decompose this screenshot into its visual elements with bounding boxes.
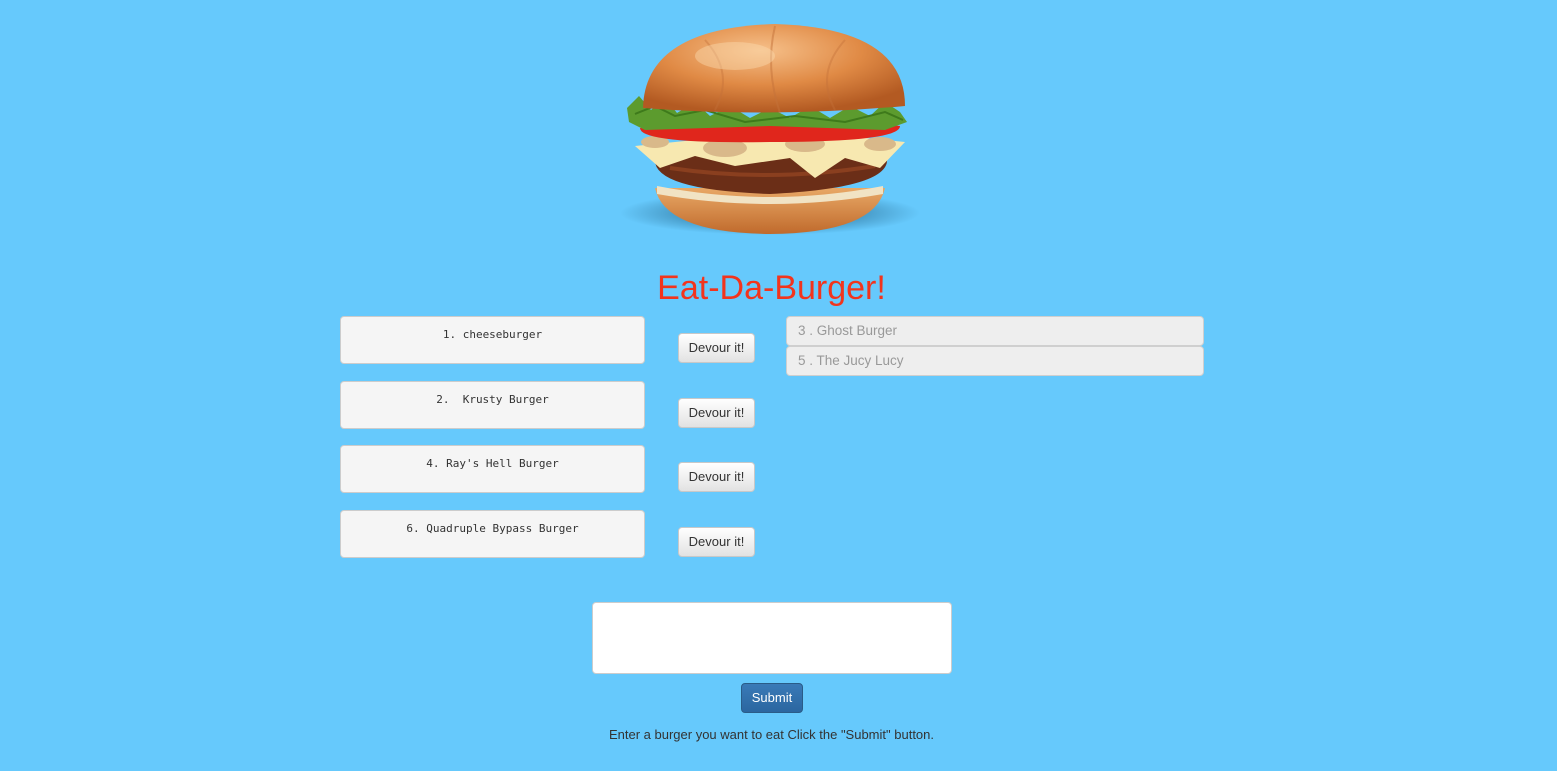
page: Eat-Da-Burger! 1. cheeseburger Devour it… bbox=[0, 0, 1557, 771]
burger-row: 4. Ray's Hell Burger Devour it! bbox=[340, 445, 760, 495]
burger-card: 1. cheeseburger bbox=[340, 316, 645, 364]
burger-row: 2. Krusty Burger Devour it! bbox=[340, 380, 760, 431]
burger-illustration bbox=[620, 24, 920, 235]
uneaten-burger-list: 1. cheeseburger Devour it! 2. Krusty Bur… bbox=[340, 316, 760, 574]
devour-button[interactable]: Devour it! bbox=[678, 526, 755, 557]
burger-row: 6. Quadruple Bypass Burger Devour it! bbox=[340, 509, 760, 560]
helper-text: Enter a burger you want to eat Click the… bbox=[608, 727, 934, 742]
burger-card: 2. Krusty Burger bbox=[340, 380, 645, 429]
burger-name-input[interactable] bbox=[592, 602, 952, 674]
devour-button[interactable]: Devour it! bbox=[678, 397, 755, 428]
devoured-burger-item: 3 . Ghost Burger bbox=[786, 316, 1204, 346]
page-title: Eat-Da-Burger! bbox=[657, 269, 886, 307]
burger-card: 4. Ray's Hell Burger bbox=[340, 445, 645, 493]
devour-button[interactable]: Devour it! bbox=[678, 333, 755, 363]
devoured-burger-list: 3 . Ghost Burger 5 . The Jucy Lucy bbox=[786, 316, 1204, 376]
devoured-burger-item: 5 . The Jucy Lucy bbox=[786, 346, 1204, 376]
devour-button[interactable]: Devour it! bbox=[678, 462, 755, 492]
burger-row: 1. cheeseburger Devour it! bbox=[340, 316, 760, 366]
burger-card: 6. Quadruple Bypass Burger bbox=[340, 509, 645, 558]
submit-button[interactable]: Submit bbox=[741, 683, 803, 713]
burger-hero-image bbox=[615, 18, 925, 246]
